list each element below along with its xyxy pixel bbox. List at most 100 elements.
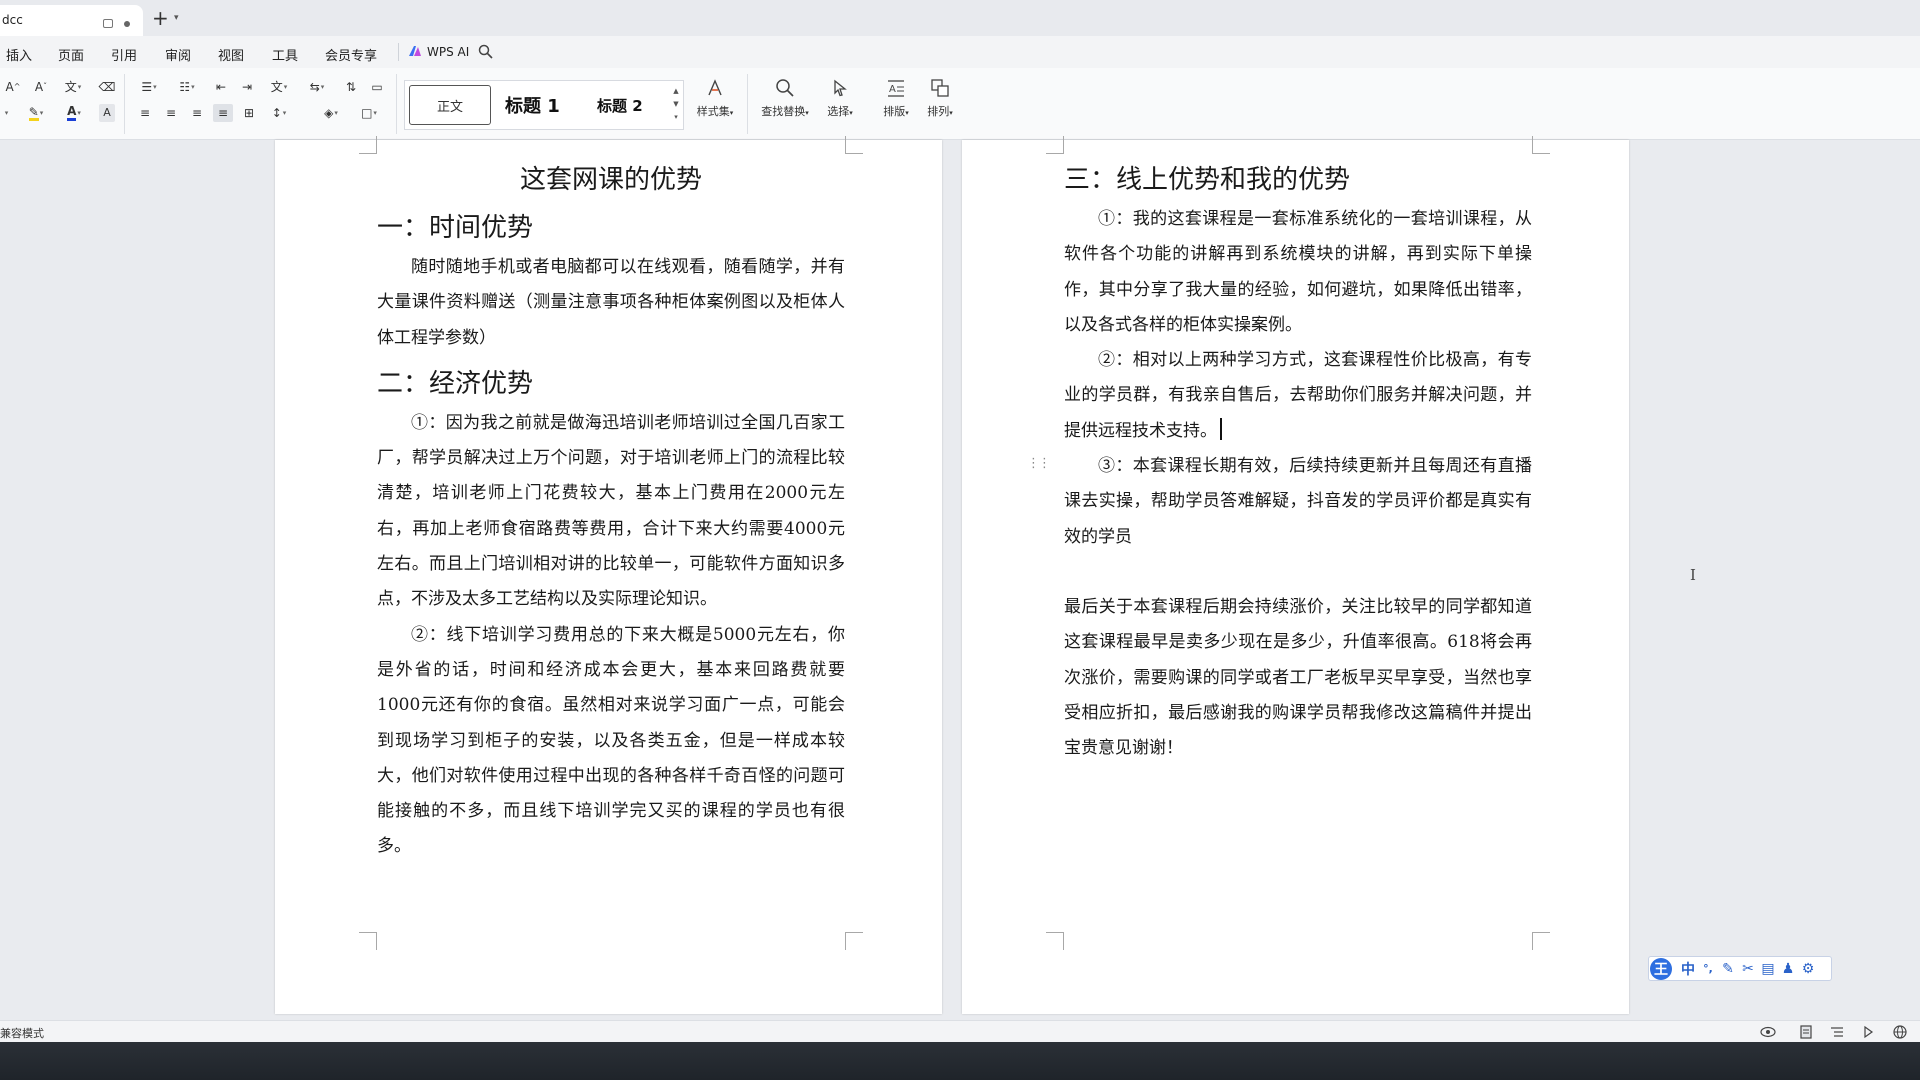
eye-protection-icon[interactable] [1760,1024,1776,1040]
ime-settings-icon[interactable]: ⚙ [1798,961,1818,977]
wps-ai-icon[interactable] [408,44,422,58]
find-icon [776,79,794,97]
title-bar: dcc + ▾ [0,0,1920,36]
layout-icon: A [888,80,904,97]
text-direction-icon[interactable]: ⇆ ▾ [304,78,330,96]
sort-icon[interactable]: ⇅ [342,78,360,96]
menu-wps-ai[interactable]: WPS AI [427,45,469,59]
arrange-icon [931,79,949,97]
ime-handwrite-icon[interactable]: ✎ [1718,961,1738,977]
chevron-down-icon[interactable]: ▾ [0,104,12,122]
paragraph-online-2-text: ②：相对以上两种学习方式，这套课程性价比极高，有专业的学员群，有我亲自售后，去帮… [1064,350,1532,441]
borders-icon[interactable]: □ ▾ [356,104,382,122]
menu-tools[interactable]: 工具 [272,45,298,64]
outline-view-icon[interactable] [1829,1024,1845,1040]
document-page-right[interactable]: 三：线上优势和我的优势 ①：我的这套课程是一套标准系统化的一套培训课程，从软件各… [962,136,1629,1014]
new-tab-button[interactable]: + [152,7,169,29]
menu-references[interactable]: 引用 [111,45,137,64]
document-tab[interactable]: dcc [0,5,143,36]
ribbon-separator [124,74,125,134]
doc-title: 这套网课的优势 [519,165,702,195]
ime-tools-icon[interactable]: ✂ [1738,961,1758,977]
arrange-button[interactable]: 排列▾ [912,78,968,119]
tab-restore-icon[interactable] [103,19,113,28]
menu-member[interactable]: 会员专享 [325,45,377,64]
align-center-icon[interactable]: ≡ [162,104,180,122]
menu-insert[interactable]: 插入 [6,45,32,64]
ime-skin-icon[interactable]: ♟ [1778,961,1798,977]
gallery-scroll-arrows[interactable]: ▲ ▼ ▾ [671,85,681,124]
margin-corner-mark [359,136,377,154]
align-right-icon[interactable]: ≡ [188,104,206,122]
margin-corner-mark [845,136,863,154]
style-gallery: 正文 标题 1 标题 2 ▲ ▼ ▾ [404,80,684,130]
margin-corner-mark [845,932,863,950]
page-view-icon[interactable] [1798,1024,1814,1040]
menu-review[interactable]: 审阅 [165,45,191,64]
margin-corner-mark [1532,932,1550,950]
style-heading-1[interactable]: 标题 1 [505,85,560,125]
svg-text:A: A [889,84,896,95]
distributed-align-icon[interactable]: ⊞ [240,104,258,122]
numbered-list-icon[interactable]: ☷ ▾ [174,78,200,96]
select-button[interactable]: 选择▾ [812,78,868,119]
chevron-down-icon[interactable]: ▾ [174,13,179,23]
shading-fill-icon[interactable]: ◈ ▾ [318,104,344,122]
chinese-layout-icon[interactable]: 文 ▾ [266,78,292,96]
paragraph-economic-2: ②：线下培训学习费用总的下来大概是5000元左右，你是外省的话，时间和经济成本会… [377,624,845,857]
char-shading-icon[interactable]: A [99,104,115,122]
ribbon-separator [396,74,397,134]
ime-logo-icon[interactable]: 王 [1650,957,1672,980]
phonetic-guide-icon[interactable]: 文 ▾ [60,78,86,96]
align-left-icon[interactable]: ≡ [136,104,154,122]
menu-view[interactable]: 视图 [218,45,244,64]
section-heading-online: 三：线上优势和我的优势 [1064,165,1351,195]
find-replace-button[interactable]: 查找替换▾ [757,78,813,119]
search-icon[interactable] [478,44,493,59]
line-spacing-icon[interactable]: ↕ ▾ [266,104,292,122]
document-page-left[interactable]: 这套网课的优势 一：时间优势 随时随地手机或者电脑都可以在线观看，随看随学，并有… [275,136,942,1014]
font-grow-icon[interactable]: A ^ [4,78,22,96]
show-marks-icon[interactable]: ▭ [368,78,386,96]
paragraph-online-2: ②：相对以上两种学习方式，这套课程性价比极高，有专业的学员群，有我亲自售后，去帮… [1064,343,1532,449]
font-shrink-icon[interactable]: Aˇ [32,78,50,96]
ibeam-cursor-icon: I [1690,566,1696,584]
style-heading-2[interactable]: 标题 2 [597,85,643,125]
paragraph-drag-handle-icon[interactable]: ⋮⋮ [1027,456,1051,471]
margin-corner-mark [359,932,377,950]
increase-indent-icon[interactable]: ⇥ [238,78,256,96]
page-left-content: 这套网课的优势 一：时间优势 随时随地手机或者电脑都可以在线观看，随看随学，并有… [377,152,845,865]
section-heading-time: 一：时间优势 [377,213,534,243]
ime-punctuation-button[interactable]: °, [1698,962,1718,975]
tab-unsaved-dot-icon[interactable] [124,21,130,27]
margin-corner-mark [1532,136,1550,154]
style-normal[interactable]: 正文 [409,85,491,125]
paragraph-online-3: ③：本套课程长期有效，后续持续更新并且每周还有直播课去实操，帮助学员答难解疑，抖… [1064,456,1532,547]
margin-corner-mark [1046,136,1064,154]
paragraph-online-1: ①：我的这套课程是一套标准系统化的一套培训课程，从软件各个功能的讲解再到系统模块… [1064,209,1532,335]
section-heading-economic: 二：经济优势 [377,368,534,399]
layout-label: 排版 [883,105,906,118]
empty-paragraph [1064,555,1532,590]
document-tab-title: dcc [2,13,23,27]
status-bar: 兼容模式 [0,1020,1920,1042]
ime-toolbar: 王 中 °, ✎ ✂ ▤ ♟ ⚙ [1648,956,1832,981]
style-set-icon [708,79,722,96]
play-icon[interactable] [1860,1024,1876,1040]
style-set-button[interactable]: 样式集▾ [687,78,743,119]
ime-mode-button[interactable]: 中 [1678,959,1698,979]
menu-page[interactable]: 页面 [58,45,84,64]
paragraph-closing: 最后关于本套课程后期会持续涨价，关注比较早的同学都知道这套课程最早是卖多少现在是… [1064,596,1532,759]
menu-divider [398,43,399,61]
decrease-indent-icon[interactable]: ⇤ [212,78,230,96]
clear-format-icon[interactable]: ⌫ [98,78,116,96]
menu-bar: 插入 页面 引用 审阅 视图 工具 会员专享 WPS AI [0,36,1920,68]
font-color-icon[interactable]: A ▾ [60,104,88,122]
bullet-list-icon[interactable]: ☰ ▾ [136,78,162,96]
align-justify-icon[interactable]: ≡ [213,104,233,122]
highlight-color-icon[interactable]: ✎ ▾ [22,104,50,122]
ribbon-separator [747,74,748,134]
web-view-icon[interactable] [1892,1024,1908,1040]
paragraph-economic-1: ①：因为我之前就是做海迅培训老师培训过全国几百家工厂，帮学员解决过上万个问题，对… [377,412,845,610]
ime-keyboard-icon[interactable]: ▤ [1758,961,1778,977]
